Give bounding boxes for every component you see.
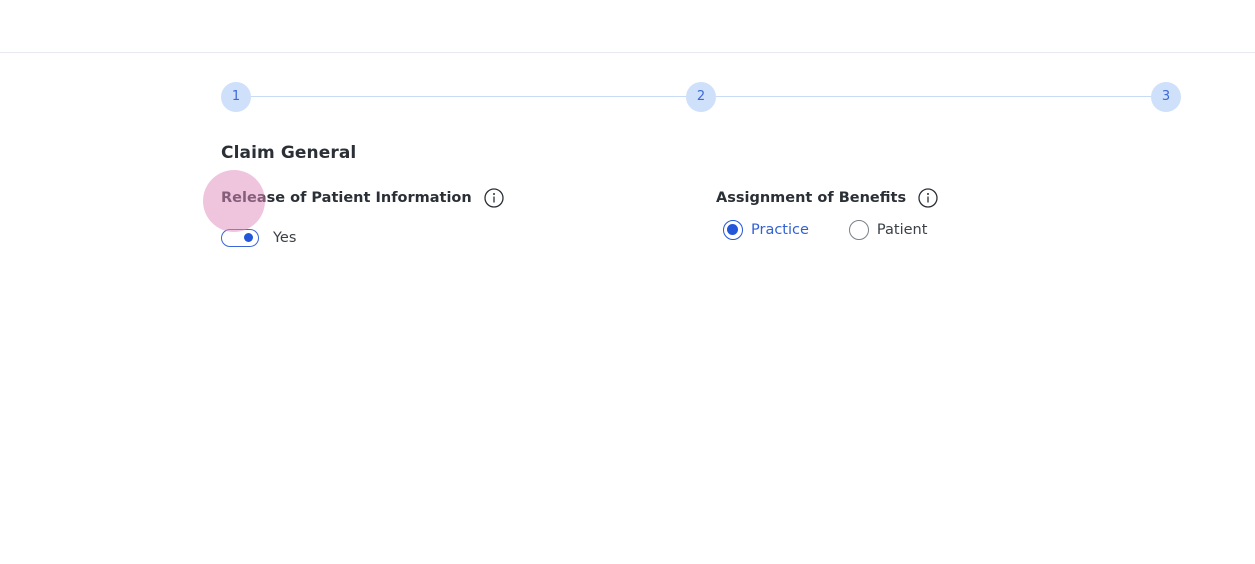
release-toggle-text: Yes: [273, 230, 297, 246]
radio-patient-label: Patient: [876, 222, 928, 238]
step-1[interactable]: 1: [221, 82, 251, 112]
stepper: 1 2 3: [221, 82, 1181, 112]
assignment-label-text: Assignment of Benefits: [716, 190, 907, 206]
toggle-knob: [244, 233, 253, 242]
release-label-text: Release of Patient Information: [221, 190, 472, 206]
release-of-patient-info-label: Release of Patient Information: [221, 188, 504, 208]
radio-option-practice[interactable]: Practice: [723, 220, 809, 240]
radio-patient[interactable]: [848, 220, 869, 240]
stepper-connector-2: [716, 96, 1151, 97]
assignment-radio-group: Practice Patient: [723, 220, 927, 240]
info-icon[interactable]: [918, 188, 938, 208]
section-title: Claim General: [221, 143, 357, 163]
top-divider: [0, 52, 1255, 53]
radio-option-patient[interactable]: Patient: [848, 220, 928, 240]
release-toggle[interactable]: [221, 229, 259, 247]
radio-practice[interactable]: [723, 220, 743, 240]
stepper-connector-1: [251, 96, 686, 97]
assignment-of-benefits-label: Assignment of Benefits: [716, 188, 938, 208]
radio-practice-label: Practice: [751, 222, 809, 238]
step-2[interactable]: 2: [686, 82, 716, 112]
info-icon[interactable]: [484, 188, 504, 208]
step-3[interactable]: 3: [1151, 82, 1181, 112]
release-toggle-row: Yes: [221, 229, 296, 247]
